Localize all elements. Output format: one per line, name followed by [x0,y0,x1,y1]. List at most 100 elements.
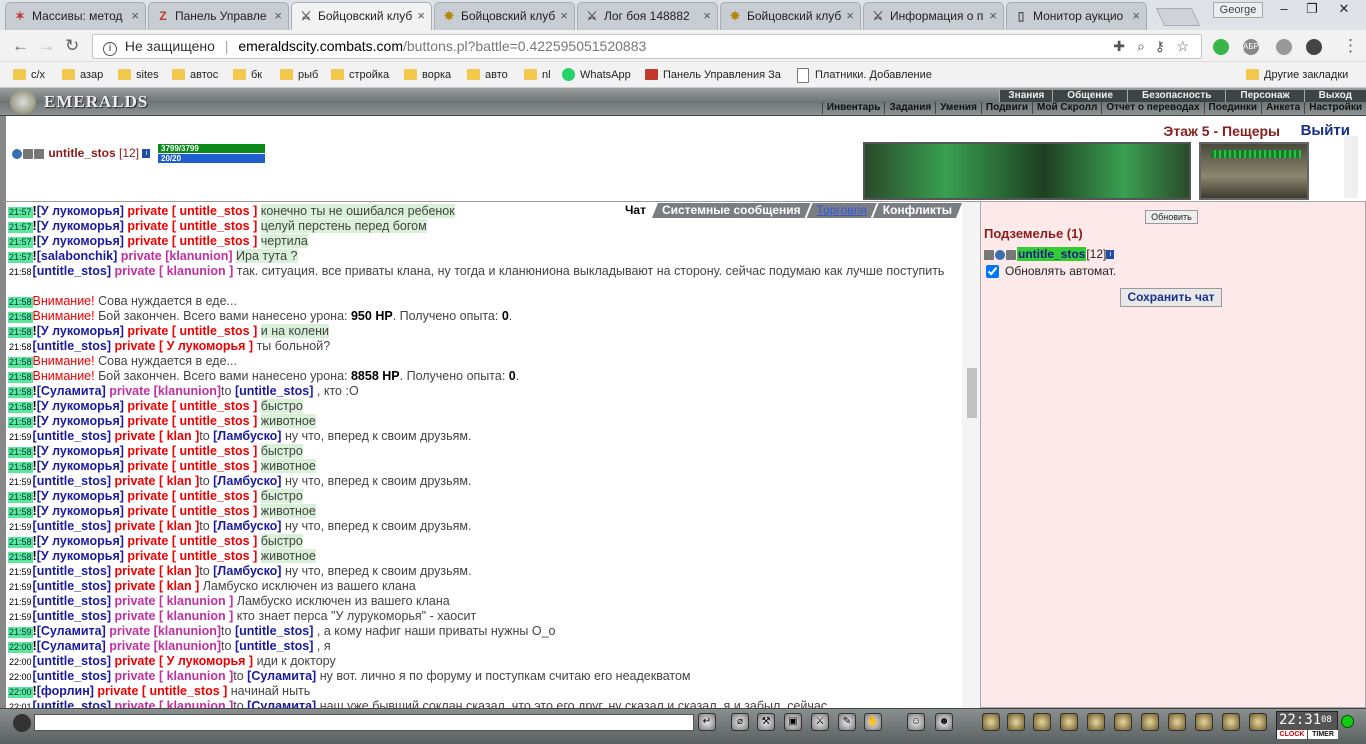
toolbar-icon[interactable]: ▣ [784,713,802,731]
message-nick[interactable]: [untitle_stos] [33,654,111,668]
extension-dark-icon[interactable] [1306,39,1322,55]
game-nav-bottom-item[interactable]: Умения [935,102,981,114]
extension-green-icon[interactable] [1213,39,1229,55]
game-nav-top-item[interactable]: Выход [1303,90,1366,102]
tab-close-icon[interactable]: × [989,3,997,29]
action-icon[interactable] [1141,713,1159,731]
message-nick[interactable]: [untitle_stos] [33,579,111,593]
message-nick[interactable]: [untitle_stos] [235,384,313,398]
message-nick[interactable]: [untitle_stos] [33,339,111,353]
toolbar-icon[interactable]: ⚒ [757,713,775,731]
message-nick[interactable]: [У лукоморья] [37,204,124,218]
toolbar-icon[interactable]: ✎ [838,713,856,731]
room-user[interactable]: untitle_stos[12] i [984,247,1115,261]
bookmark-item[interactable]: nl [524,67,551,83]
info-icon[interactable]: i [142,149,151,159]
browser-tab[interactable]: ✸ Бойцовский клуб × [434,2,575,30]
action-icon[interactable] [1195,713,1213,731]
tab-close-icon[interactable]: × [417,3,425,29]
bookmark-item[interactable]: стройка [331,67,389,83]
message-nick[interactable]: [У лукоморья] [37,504,124,518]
maximize-button[interactable]: ❐ [1298,0,1326,20]
game-nav-bottom-item[interactable]: Задания [884,102,935,114]
message-nick[interactable]: [Суламита] [37,384,106,398]
message-nick[interactable]: [У лукоморья] [37,444,124,458]
message-nick[interactable]: [Суламита] [37,639,106,653]
message-nick[interactable]: [untitle_stos] [33,699,111,708]
action-icon[interactable] [1007,713,1025,731]
message-nick[interactable]: [untitle_stos] [33,264,111,278]
message-nick[interactable]: [salabonchik] [37,249,118,263]
toolbar-icon[interactable]: ⚔ [811,713,829,731]
clock-label[interactable]: CLOCK [1277,730,1307,739]
toolbar-icon[interactable]: ☻ [935,713,953,731]
message-nick[interactable]: [untitle_stos] [33,519,111,533]
browser-tab[interactable]: ✶ Массивы: метод × [5,2,146,30]
action-icon[interactable] [1222,713,1240,731]
zoom-icon[interactable]: ⌕ [1137,35,1145,58]
game-nav-bottom-item[interactable]: Отчет о переводах [1101,102,1203,114]
auto-refresh-checkbox[interactable] [986,265,999,279]
message-nick[interactable]: [untitle_stos] [33,429,111,443]
message-nick[interactable]: [У лукоморья] [37,534,124,548]
game-nav-bottom-item[interactable]: Инвентарь [821,102,885,114]
toolbar-icon[interactable]: ☺ [907,713,925,731]
message-nick[interactable]: [Суламита] [247,669,316,683]
dungeon-control[interactable] [1199,142,1309,200]
message-nick[interactable]: [Суламита] [247,699,316,708]
chat-input[interactable] [34,714,694,731]
address-bar[interactable]: i Не защищено | emeraldscity.combats.com… [92,34,1202,59]
chat-scrollbar[interactable] [962,202,980,708]
action-icon[interactable] [1033,713,1051,731]
exit-link[interactable]: Выйти [1301,122,1350,139]
bookmark-item[interactable]: sites [118,67,159,83]
action-icon[interactable] [1087,713,1105,731]
action-icon[interactable] [1114,713,1132,731]
new-tab-button[interactable] [1155,8,1201,26]
message-nick[interactable]: [untitle_stos] [235,624,313,638]
tab-close-icon[interactable]: × [703,3,711,29]
message-nick[interactable]: [Ламбуско] [213,519,281,533]
game-nav-bottom-item[interactable]: Поединки [1203,102,1262,114]
tab-close-icon[interactable]: × [560,3,568,29]
menu-icon[interactable]: ⋮ [1342,36,1359,56]
panel-scrollbar[interactable] [1344,136,1358,198]
browser-tab[interactable]: ⚔ Бойцовский клуб × [291,2,432,30]
tab-close-icon[interactable]: × [274,3,282,29]
message-nick[interactable]: [untitle_stos] [33,609,111,623]
refresh-button[interactable]: Обновить [1145,210,1198,224]
action-icon[interactable] [982,713,1000,731]
browser-tab[interactable]: ⚔ Информация о п × [863,2,1004,30]
game-nav-top-item[interactable]: Общение [1052,90,1127,102]
bookmark-item[interactable]: автос [172,67,218,83]
bookmark-item[interactable]: рыб [280,67,318,83]
browser-tab[interactable]: ⚔ Лог боя 148882 × [577,2,718,30]
back-icon[interactable]: ← [12,36,29,56]
auto-refresh[interactable]: Обновлять автомат. [986,264,1116,279]
star-icon[interactable]: ☆ [1176,35,1189,58]
chat-tab[interactable]: Системные сообщения [652,203,811,218]
toolbar-icon[interactable]: ⌀ [731,713,749,731]
game-nav-bottom-item[interactable]: Мой Скролл [1032,102,1101,114]
profile-button[interactable]: George [1213,2,1263,18]
message-nick[interactable]: [У лукоморья] [37,459,124,473]
bookmark-item[interactable]: Платники. Добавление [797,67,932,83]
toolbar-icon[interactable]: ↵ [698,713,716,731]
browser-tab[interactable]: ▯ Монитор аукцио × [1006,2,1147,30]
message-nick[interactable]: [У лукоморья] [37,399,124,413]
game-nav-bottom-item[interactable]: Подвиги [980,102,1032,114]
bookmark-item[interactable]: азар [62,67,103,83]
bookmark-item[interactable]: авто [467,67,508,83]
message-nick[interactable]: [У лукоморья] [37,414,124,428]
browser-tab[interactable]: ✸ Бойцовский клуб × [720,2,861,30]
reload-icon[interactable]: ↻ [65,36,79,56]
character-nick[interactable]: untitle_stos [48,146,115,160]
toolbar-icon[interactable]: ✋ [864,713,882,731]
dungeon-view[interactable] [863,142,1191,200]
game-nav-top-item[interactable]: Знания [999,90,1052,102]
chat-mode-icon[interactable] [13,714,31,732]
message-nick[interactable]: [У лукоморья] [37,219,124,233]
browser-tab[interactable]: Z Панель Управле × [148,2,289,30]
action-icon[interactable] [1249,713,1267,731]
info-icon[interactable]: i [103,42,117,56]
